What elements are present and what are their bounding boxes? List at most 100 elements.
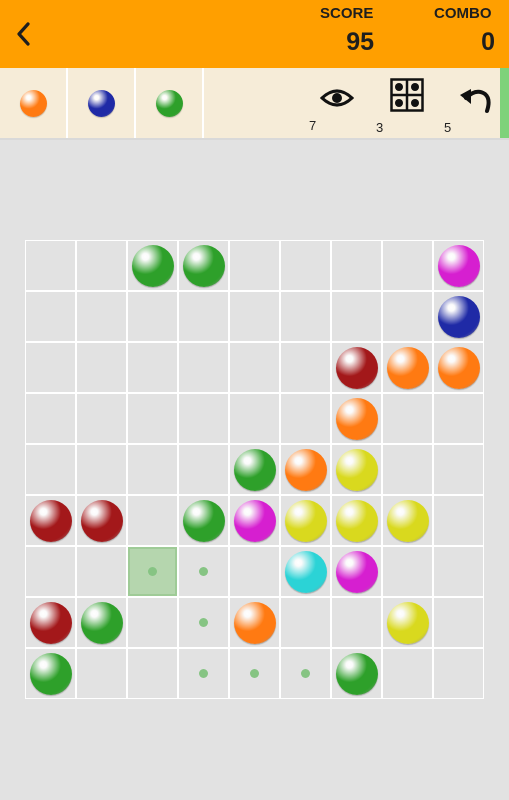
red-ball[interactable] [29, 499, 72, 542]
red-ball[interactable] [29, 601, 72, 644]
board-cell[interactable] [179, 598, 228, 647]
board-cell[interactable] [383, 241, 432, 290]
board-cell[interactable] [332, 547, 381, 596]
board-cell[interactable] [77, 343, 126, 392]
undo-button[interactable]: 5 [444, 76, 500, 135]
orange-ball[interactable] [233, 601, 276, 644]
board-cell[interactable] [77, 445, 126, 494]
orange-ball[interactable] [284, 448, 327, 491]
board-cell[interactable] [434, 343, 483, 392]
board-cell[interactable] [434, 649, 483, 698]
green-ball[interactable] [182, 499, 225, 542]
game-board[interactable] [25, 240, 484, 699]
board-cell[interactable] [26, 241, 75, 290]
board-cell[interactable] [128, 496, 177, 545]
board-cell[interactable] [128, 343, 177, 392]
board-cell[interactable] [179, 496, 228, 545]
board-cell[interactable] [383, 649, 432, 698]
board-cell[interactable] [77, 547, 126, 596]
yellow-ball[interactable] [284, 499, 327, 542]
magenta-ball[interactable] [335, 550, 378, 593]
orange-ball[interactable] [386, 346, 429, 389]
magenta-ball[interactable] [233, 499, 276, 542]
board-cell[interactable] [434, 445, 483, 494]
board-cell[interactable] [77, 649, 126, 698]
board-cell-selected[interactable] [128, 547, 177, 596]
board-cell[interactable] [179, 292, 228, 341]
board-cell[interactable] [281, 343, 330, 392]
board-cell[interactable] [383, 445, 432, 494]
green-ball[interactable] [29, 652, 72, 695]
board-cell[interactable] [230, 547, 279, 596]
board-cell[interactable] [179, 241, 228, 290]
board-cell[interactable] [128, 394, 177, 443]
board-cell[interactable] [383, 547, 432, 596]
board-cell[interactable] [26, 649, 75, 698]
board-cell[interactable] [383, 394, 432, 443]
board-cell[interactable] [77, 292, 126, 341]
board-cell[interactable] [230, 241, 279, 290]
board-cell[interactable] [434, 241, 483, 290]
board-cell[interactable] [383, 598, 432, 647]
board-cell[interactable] [230, 496, 279, 545]
board-cell[interactable] [281, 292, 330, 341]
green-ball[interactable] [233, 448, 276, 491]
board-cell[interactable] [332, 445, 381, 494]
board-cell[interactable] [281, 598, 330, 647]
board-cell[interactable] [281, 649, 330, 698]
red-ball[interactable] [80, 499, 123, 542]
board-cell[interactable] [77, 598, 126, 647]
board-cell[interactable] [281, 496, 330, 545]
yellow-ball[interactable] [386, 601, 429, 644]
board-cell[interactable] [332, 598, 381, 647]
board-cell[interactable] [332, 394, 381, 443]
orange-ball[interactable] [437, 346, 480, 389]
board-cell[interactable] [230, 292, 279, 341]
board-cell[interactable] [434, 547, 483, 596]
blue-ball[interactable] [437, 295, 480, 338]
board-cell[interactable] [179, 547, 228, 596]
board-cell[interactable] [26, 292, 75, 341]
board-cell[interactable] [26, 496, 75, 545]
board-cell[interactable] [332, 343, 381, 392]
yellow-ball[interactable] [335, 499, 378, 542]
red-ball[interactable] [335, 346, 378, 389]
board-cell[interactable] [332, 241, 381, 290]
board-cell[interactable] [77, 241, 126, 290]
board-cell[interactable] [332, 292, 381, 341]
board-cell[interactable] [179, 343, 228, 392]
reveal-button[interactable]: 7 [309, 76, 362, 134]
board-cell[interactable] [281, 394, 330, 443]
shuffle-button[interactable]: 3 [376, 76, 432, 135]
board-cell[interactable] [26, 445, 75, 494]
cyan-ball[interactable] [284, 550, 327, 593]
board-cell[interactable] [128, 445, 177, 494]
green-ball[interactable] [335, 652, 378, 695]
board-cell[interactable] [383, 496, 432, 545]
board-cell[interactable] [26, 343, 75, 392]
back-button[interactable] [8, 16, 38, 52]
board-cell[interactable] [230, 445, 279, 494]
board-cell[interactable] [434, 394, 483, 443]
board-cell[interactable] [179, 649, 228, 698]
board-cell[interactable] [179, 394, 228, 443]
board-cell[interactable] [383, 343, 432, 392]
board-cell[interactable] [383, 292, 432, 341]
board-cell[interactable] [434, 496, 483, 545]
board-cell[interactable] [281, 547, 330, 596]
board-cell[interactable] [332, 649, 381, 698]
board-cell[interactable] [230, 649, 279, 698]
board-cell[interactable] [332, 496, 381, 545]
board-cell[interactable] [230, 598, 279, 647]
board-cell[interactable] [230, 343, 279, 392]
board-cell[interactable] [26, 547, 75, 596]
board-cell[interactable] [77, 394, 126, 443]
board-cell[interactable] [128, 649, 177, 698]
board-cell[interactable] [128, 292, 177, 341]
yellow-ball[interactable] [335, 448, 378, 491]
board-cell[interactable] [77, 496, 126, 545]
board-cell[interactable] [179, 445, 228, 494]
board-cell[interactable] [281, 241, 330, 290]
magenta-ball[interactable] [437, 244, 480, 287]
green-ball[interactable] [80, 601, 123, 644]
